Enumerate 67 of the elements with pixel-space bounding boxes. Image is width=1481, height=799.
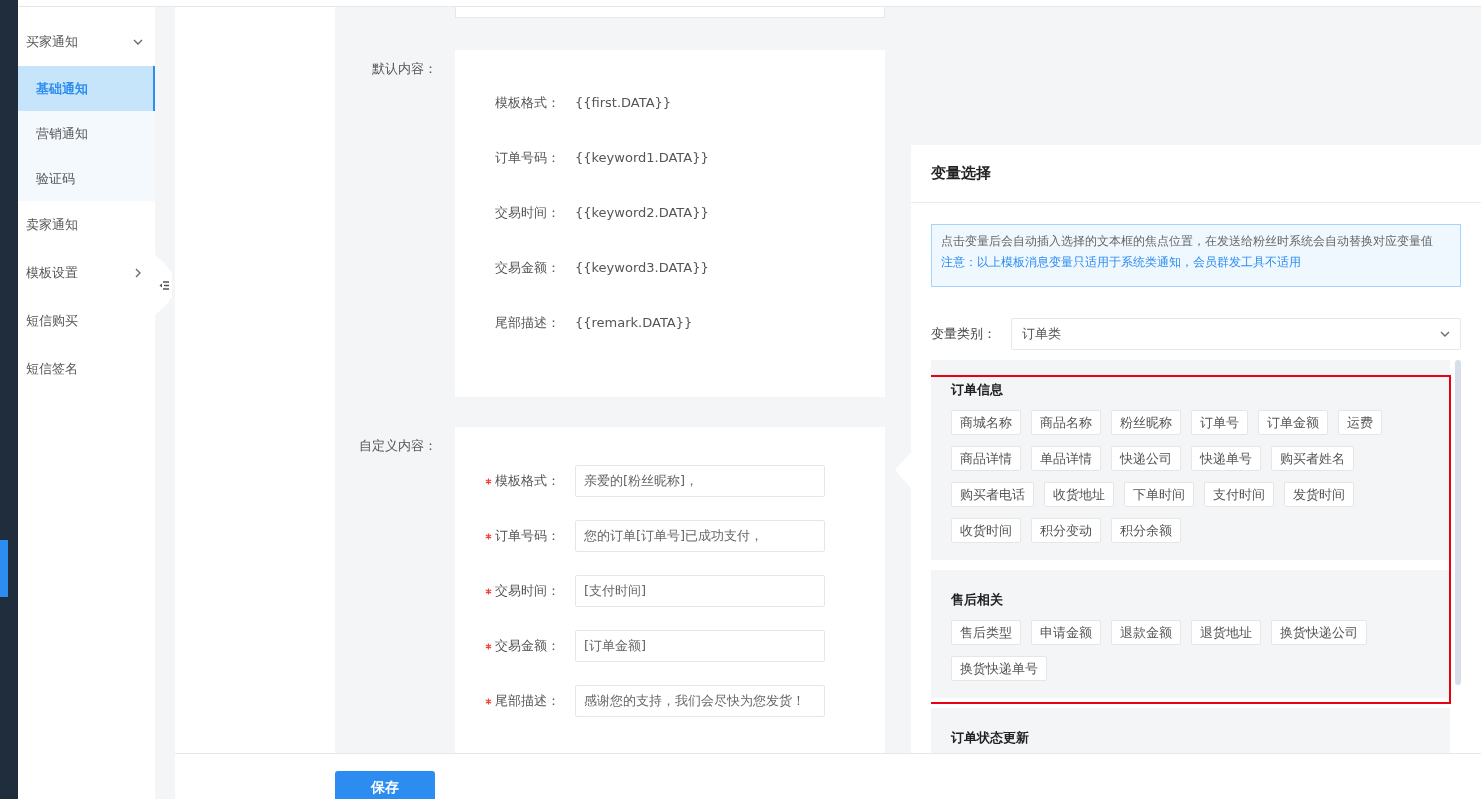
field-label: 模板格式： <box>495 471 561 490</box>
variable-tag[interactable]: 购买者姓名 <box>1271 446 1354 471</box>
variable-tag[interactable]: 快递单号 <box>1191 446 1261 471</box>
input-field[interactable]: 感谢您的支持，我们会尽快为您发货！ <box>575 684 825 717</box>
variable-tag[interactable]: 退货地址 <box>1191 620 1261 645</box>
sidebar-subitem[interactable]: 营销通知 <box>18 111 155 156</box>
variable-tag[interactable]: 换货快递单号 <box>951 656 1047 681</box>
variable-tag[interactable]: 支付时间 <box>1204 482 1274 507</box>
field-label: 交易金额： <box>495 258 561 277</box>
variable-tag[interactable]: 快递公司 <box>1111 446 1181 471</box>
sidebar-item[interactable]: 短信签名 <box>18 345 155 393</box>
variable-tag[interactable]: 单品详情 <box>1031 446 1101 471</box>
nav-indicator <box>0 540 8 597</box>
category-select[interactable]: 订单类 <box>1011 318 1461 350</box>
variable-tag[interactable]: 收货时间 <box>951 518 1021 543</box>
notice-text: 点击变量后会自动插入选择的文本框的焦点位置，在发送给粉丝时系统会自动替换对应变量值 <box>941 234 1434 249</box>
sidebar-item[interactable]: 短信购买 <box>18 297 155 345</box>
input-field[interactable]: 您的订单[订单号]已成功支付， <box>575 519 825 552</box>
sidebar-subitem[interactable]: 验证码 <box>18 156 155 201</box>
section-label: 自定义内容： <box>359 438 437 453</box>
variable-tag[interactable]: 换货快递公司 <box>1271 620 1367 645</box>
section-label: 默认内容： <box>372 61 437 76</box>
sidebar-item[interactable]: 模板设置 <box>18 249 155 297</box>
field-label: 尾部描述： <box>495 313 561 332</box>
variable-tag[interactable]: 商品名称 <box>1031 410 1101 435</box>
field-label: 交易时间： <box>495 581 561 600</box>
variable-tag[interactable]: 发货时间 <box>1284 482 1354 507</box>
field-label: 订单号码： <box>495 148 561 167</box>
input-field[interactable]: 亲爱的[粉丝昵称]， <box>575 464 825 497</box>
field-value: {{keyword3.DATA}} <box>575 260 709 275</box>
chevron-down-icon <box>1440 329 1450 339</box>
variable-tag[interactable]: 收货地址 <box>1044 482 1114 507</box>
variable-tag[interactable]: 粉丝昵称 <box>1111 410 1181 435</box>
field-label: 交易时间： <box>495 203 561 222</box>
group-title: 订单状态更新 <box>951 729 1030 747</box>
notice-note: 注意：以上模板消息变量只适用于系统类通知，会员群发工具不适用 <box>941 255 1302 270</box>
variable-tag[interactable]: 积分变动 <box>1031 518 1101 543</box>
field-value: {{keyword2.DATA}} <box>575 205 709 220</box>
variable-tag[interactable]: 购买者电话 <box>951 482 1034 507</box>
variable-tag[interactable]: 订单号 <box>1191 410 1248 435</box>
field-label: 尾部描述： <box>495 691 561 710</box>
input-field[interactable]: [订单金额] <box>575 629 825 662</box>
input-field[interactable] <box>455 7 885 18</box>
field-label: 订单号码： <box>495 526 561 545</box>
variable-tag[interactable]: 退款金额 <box>1111 620 1181 645</box>
variable-tag[interactable]: 运费 <box>1338 410 1382 435</box>
field-value: {{first.DATA}} <box>575 95 672 110</box>
input-field[interactable]: [支付时间] <box>575 574 825 607</box>
sidebar-item[interactable]: 卖家通知 <box>18 201 155 249</box>
sidebar-item[interactable]: 买家通知 <box>18 18 155 66</box>
variable-tag[interactable]: 积分余额 <box>1111 518 1181 543</box>
variable-tag[interactable]: 下单时间 <box>1124 482 1194 507</box>
variable-tag[interactable]: 商城名称 <box>951 410 1021 435</box>
field-value: {{keyword1.DATA}} <box>575 150 709 165</box>
field-label: 模板格式： <box>495 93 561 112</box>
panel-title: 变量选择 <box>931 164 991 183</box>
variable-tag[interactable]: 售后类型 <box>951 620 1021 645</box>
field-label: 交易金额： <box>495 636 561 655</box>
group-title: 售后相关 <box>951 591 1004 609</box>
variable-tag[interactable]: 订单金额 <box>1258 410 1328 435</box>
field-value: {{remark.DATA}} <box>575 315 693 330</box>
scrollbar-thumb[interactable] <box>1455 360 1461 685</box>
variable-tag[interactable]: 申请金额 <box>1031 620 1101 645</box>
indent-icon <box>158 280 169 290</box>
variable-tag[interactable]: 商品详情 <box>951 446 1021 471</box>
group-title: 订单信息 <box>951 381 1004 399</box>
field-label: 变量类别： <box>931 325 997 343</box>
